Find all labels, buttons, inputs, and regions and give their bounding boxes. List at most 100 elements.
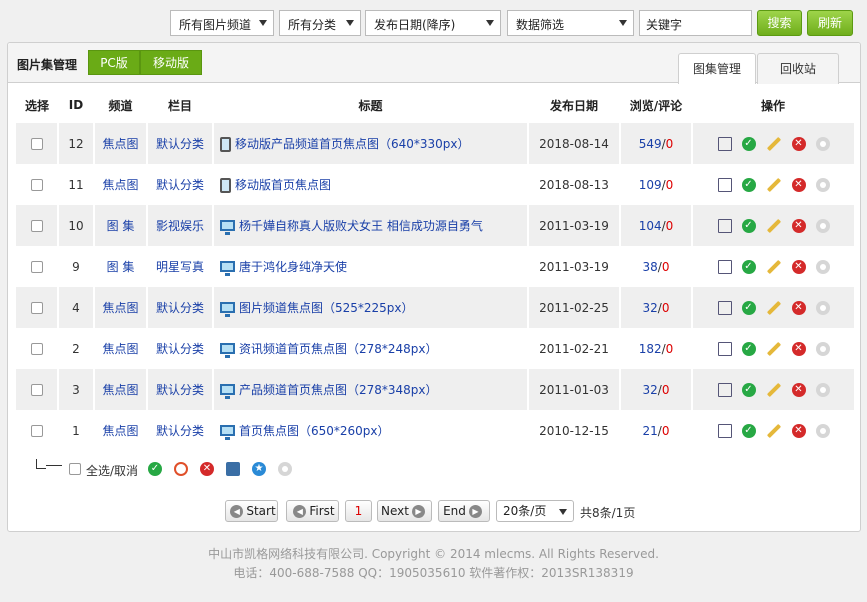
approve-icon[interactable]: ✓ <box>741 259 756 274</box>
current-page-button[interactable]: 1 <box>345 500 372 522</box>
column-link[interactable]: 影视娱乐 <box>156 219 204 233</box>
tab-recycle-bin[interactable]: 回收站 <box>757 53 839 84</box>
row-checkbox[interactable] <box>30 425 43 437</box>
approve-icon[interactable]: ✓ <box>741 382 756 397</box>
toggle-icon[interactable] <box>815 259 830 274</box>
channel-link[interactable]: 焦点图 <box>102 424 138 438</box>
image-icon[interactable] <box>717 218 732 233</box>
image-icon[interactable] <box>717 136 732 151</box>
image-icon[interactable] <box>717 300 732 315</box>
row-checkbox[interactable] <box>30 302 43 314</box>
row-checkbox[interactable] <box>30 343 43 355</box>
column-link[interactable]: 明星写真 <box>156 260 204 274</box>
keyword-input[interactable]: 关键字 <box>639 10 752 36</box>
title-link[interactable]: 移动版产品频道首页焦点图（640*330px） <box>235 137 470 151</box>
toggle-icon[interactable] <box>815 136 830 151</box>
toggle-icon[interactable] <box>815 382 830 397</box>
edit-pencil-icon[interactable] <box>766 177 781 192</box>
column-link[interactable]: 默认分类 <box>156 342 204 356</box>
column-link[interactable]: 默认分类 <box>156 301 204 315</box>
chevron-down-icon <box>619 20 627 26</box>
delete-icon[interactable]: ✕ <box>791 177 806 192</box>
bulk-delete-icon[interactable]: ✕ <box>200 462 214 476</box>
title-link[interactable]: 移动版首页焦点图 <box>235 178 331 192</box>
title-link[interactable]: 杨千嬅自称真人版败犬女王 相信成功源自勇气 <box>239 219 483 233</box>
cell-views: 38/0 <box>619 246 692 287</box>
bulk-recommend-icon[interactable]: ★ <box>252 462 266 476</box>
title-link[interactable]: 产品频道首页焦点图（278*348px） <box>239 383 438 397</box>
edit-pencil-icon[interactable] <box>766 423 781 438</box>
image-icon[interactable] <box>717 259 732 274</box>
edit-pencil-icon[interactable] <box>766 218 781 233</box>
select-all-checkbox[interactable] <box>69 463 81 475</box>
row-checkbox[interactable] <box>30 138 43 150</box>
edit-pencil-icon[interactable] <box>766 136 781 151</box>
search-button[interactable]: 搜索 <box>757 10 802 36</box>
column-link[interactable]: 默认分类 <box>156 383 204 397</box>
title-link[interactable]: 唐于鸿化身纯净天使 <box>239 260 347 274</box>
row-checkbox[interactable] <box>30 384 43 396</box>
channel-link[interactable]: 焦点图 <box>102 178 138 192</box>
row-checkbox[interactable] <box>30 179 43 191</box>
toggle-icon[interactable] <box>815 177 830 192</box>
approve-icon[interactable]: ✓ <box>741 341 756 356</box>
cell-actions: ✓ ✕ <box>691 123 854 164</box>
approve-icon[interactable]: ✓ <box>741 300 756 315</box>
approve-icon[interactable]: ✓ <box>741 136 756 151</box>
channel-link[interactable]: 焦点图 <box>102 383 138 397</box>
channel-link[interactable]: 焦点图 <box>102 301 138 315</box>
tab-pc-version[interactable]: PC版 <box>88 50 140 75</box>
bulk-actions: 全选/取消 ✓ ✕ ★ <box>32 459 332 481</box>
toggle-icon[interactable] <box>815 218 830 233</box>
end-page-button[interactable]: End ▶ <box>438 500 490 522</box>
delete-icon[interactable]: ✕ <box>791 423 806 438</box>
delete-icon[interactable]: ✕ <box>791 341 806 356</box>
bulk-toggle-icon[interactable] <box>278 462 292 476</box>
image-icon[interactable] <box>717 423 732 438</box>
next-page-button[interactable]: Next ▶ <box>377 500 432 522</box>
title-link[interactable]: 图片频道焦点图（525*225px） <box>239 301 414 315</box>
row-checkbox[interactable] <box>30 220 43 232</box>
bulk-approve-icon[interactable]: ✓ <box>148 462 162 476</box>
channel-link[interactable]: 焦点图 <box>102 342 138 356</box>
column-link[interactable]: 默认分类 <box>156 424 204 438</box>
column-link[interactable]: 默认分类 <box>156 178 204 192</box>
image-icon[interactable] <box>717 382 732 397</box>
column-link[interactable]: 默认分类 <box>156 137 204 151</box>
bulk-disable-icon[interactable] <box>174 462 188 476</box>
data-filter-select[interactable]: 数据筛选 <box>507 10 634 36</box>
toggle-icon[interactable] <box>815 341 830 356</box>
channel-link[interactable]: 图 集 <box>107 260 135 274</box>
toggle-icon[interactable] <box>815 300 830 315</box>
tab-mobile-version[interactable]: 移动版 <box>140 50 202 75</box>
edit-pencil-icon[interactable] <box>766 259 781 274</box>
delete-icon[interactable]: ✕ <box>791 259 806 274</box>
title-link[interactable]: 资讯频道首页焦点图（278*248px） <box>239 342 438 356</box>
delete-icon[interactable]: ✕ <box>791 136 806 151</box>
approve-icon[interactable]: ✓ <box>741 218 756 233</box>
row-checkbox[interactable] <box>30 261 43 273</box>
start-page-button[interactable]: ◀ Start <box>225 500 278 522</box>
approve-icon[interactable]: ✓ <box>741 423 756 438</box>
approve-icon[interactable]: ✓ <box>741 177 756 192</box>
toggle-icon[interactable] <box>815 423 830 438</box>
tab-gallery-manage[interactable]: 图集管理 <box>678 53 756 84</box>
delete-icon[interactable]: ✕ <box>791 300 806 315</box>
image-icon[interactable] <box>717 177 732 192</box>
category-select[interactable]: 所有分类 <box>279 10 361 36</box>
per-page-select[interactable]: 20条/页 <box>496 500 574 522</box>
refresh-button[interactable]: 刷新 <box>807 10 853 36</box>
sort-select[interactable]: 发布日期(降序) <box>365 10 501 36</box>
edit-pencil-icon[interactable] <box>766 382 781 397</box>
title-link[interactable]: 首页焦点图（650*260px） <box>239 424 390 438</box>
delete-icon[interactable]: ✕ <box>791 218 806 233</box>
first-page-button[interactable]: ◀ First <box>286 500 339 522</box>
edit-pencil-icon[interactable] <box>766 341 781 356</box>
channel-select[interactable]: 所有图片频道 <box>170 10 274 36</box>
channel-link[interactable]: 焦点图 <box>102 137 138 151</box>
bulk-recycle-icon[interactable] <box>226 462 240 476</box>
delete-icon[interactable]: ✕ <box>791 382 806 397</box>
image-icon[interactable] <box>717 341 732 356</box>
edit-pencil-icon[interactable] <box>766 300 781 315</box>
channel-link[interactable]: 图 集 <box>107 219 135 233</box>
